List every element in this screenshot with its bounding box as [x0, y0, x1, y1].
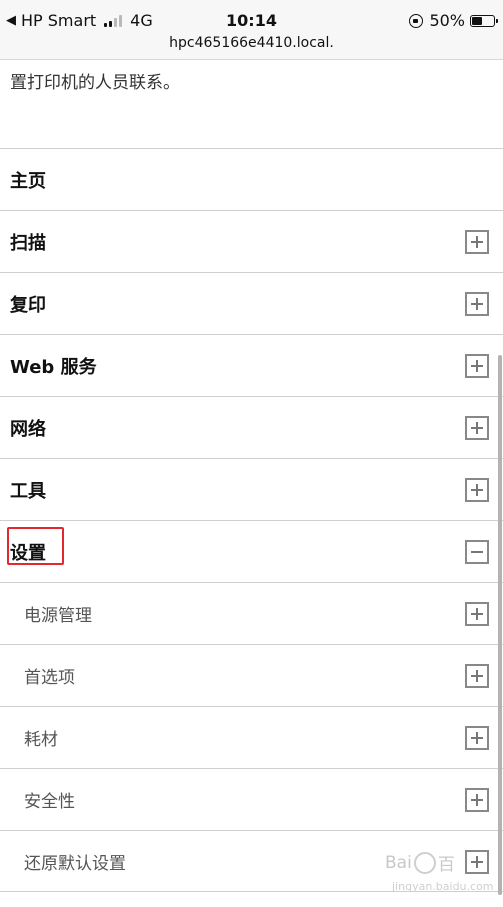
status-bar: ◀ HP Smart 4G 10:14 50% hpc465166e4410.l… [0, 0, 503, 60]
submenu-item-supplies[interactable]: 耗材 [0, 706, 503, 768]
menu-item-settings[interactable]: 设置 [0, 520, 503, 582]
menu-item-label: 设置 [0, 526, 64, 565]
expand-plus-icon[interactable] [465, 478, 489, 502]
submenu-item-label: 电源管理 [24, 606, 92, 626]
expand-plus-icon[interactable] [465, 850, 489, 874]
expand-plus-icon[interactable] [465, 602, 489, 626]
menu-item-web-services[interactable]: Web 服务 [0, 334, 503, 396]
menu-item-label: 扫描 [10, 232, 46, 254]
expand-plus-icon[interactable] [465, 354, 489, 378]
highlight-box [7, 526, 64, 565]
page-url[interactable]: hpc465166e4410.local. [0, 35, 503, 51]
watermark-url: jingyan.baidu.com [392, 880, 494, 893]
submenu-item-label: 耗材 [24, 730, 58, 750]
menu-item-label: Web 服务 [10, 356, 97, 378]
battery-icon [470, 14, 498, 27]
submenu-item-security[interactable]: 安全性 [0, 768, 503, 830]
orientation-lock-icon [409, 13, 424, 28]
menu-item-tools[interactable]: 工具 [0, 458, 503, 520]
expand-plus-icon[interactable] [465, 416, 489, 440]
menu-item-scan[interactable]: 扫描 [0, 210, 503, 272]
submenu-item-power-management[interactable]: 电源管理 [0, 582, 503, 644]
expand-plus-icon[interactable] [465, 230, 489, 254]
menu-item-network[interactable]: 网络 [0, 396, 503, 458]
expand-plus-icon[interactable] [465, 292, 489, 316]
battery-percent: 50% [429, 11, 465, 30]
submenu-item-label: 还原默认设置 [24, 853, 126, 874]
menu-item-label: 工具 [10, 480, 46, 502]
submenu-item-label: 安全性 [24, 792, 75, 812]
watermark-logo: Bai 百 [385, 850, 455, 875]
battery-fill [472, 16, 482, 25]
watermark-brand-left: Bai [385, 852, 412, 873]
menu-item-copy[interactable]: 复印 [0, 272, 503, 334]
menu-item-label: 复印 [10, 294, 46, 316]
notice-text: 置打印机的人员联系。 [10, 73, 180, 93]
status-right: 50% [409, 11, 498, 30]
menu-item-home[interactable]: 主页 [0, 148, 503, 210]
paw-icon [413, 851, 436, 874]
collapse-minus-icon[interactable] [465, 540, 489, 564]
submenu-item-label: 首选项 [24, 668, 75, 688]
submenu-item-preferences[interactable]: 首选项 [0, 644, 503, 706]
watermark-brand-right: 百 [437, 855, 455, 875]
menu-item-label: 主页 [10, 170, 46, 192]
menu-item-label: 网络 [10, 418, 46, 440]
expand-plus-icon[interactable] [465, 788, 489, 812]
settings-menu: 主页 扫描 复印 Web 服务 网络 工具 设置 电源管理 首选项 耗材 安全性… [0, 148, 503, 892]
expand-plus-icon[interactable] [465, 664, 489, 688]
expand-plus-icon[interactable] [465, 726, 489, 750]
scrollbar[interactable] [498, 355, 502, 895]
